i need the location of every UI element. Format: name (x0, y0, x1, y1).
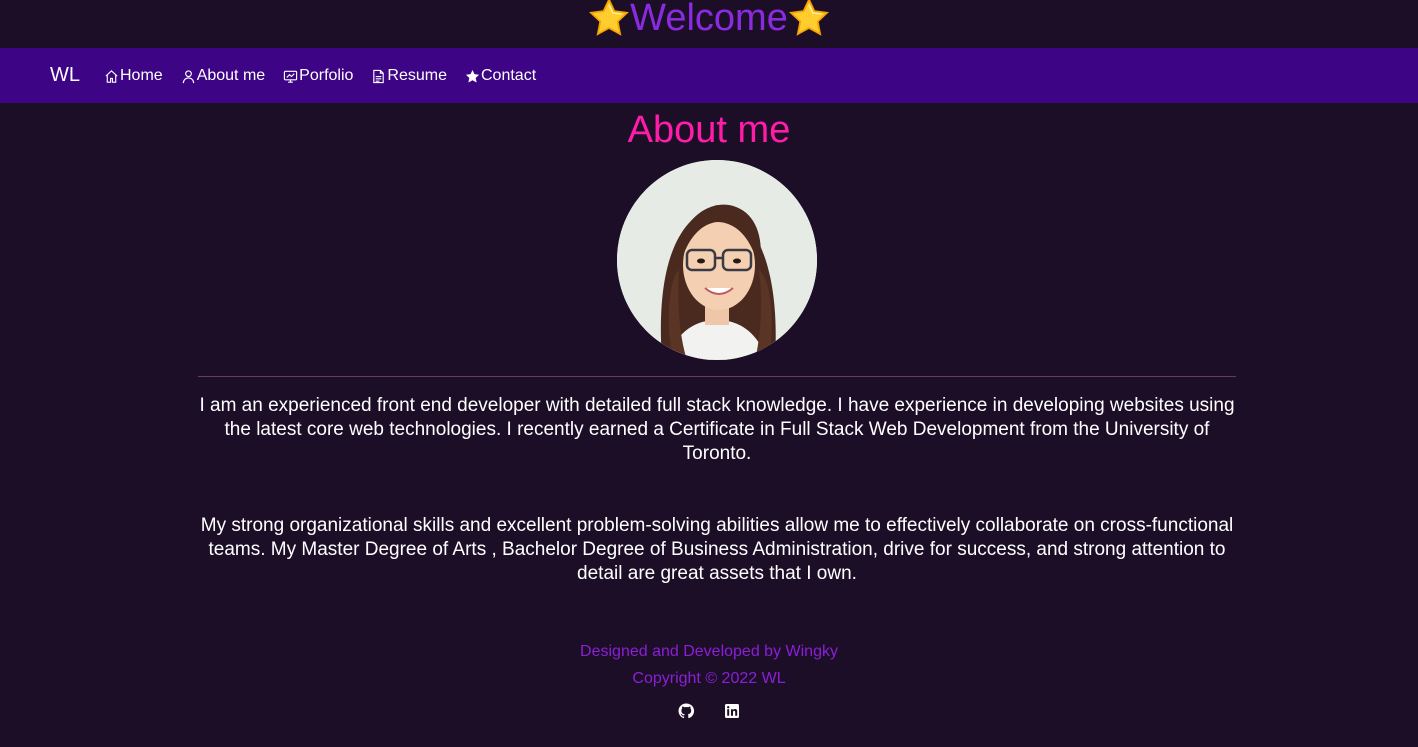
nav-item-resume[interactable]: Resume (371, 67, 447, 85)
nav-item-label: Home (120, 66, 163, 84)
nav-item-contact[interactable]: Contact (465, 67, 536, 85)
page: Welcome WL Home About me Porfolio Resume… (0, 0, 1418, 747)
brand-logo[interactable]: WL (50, 64, 80, 87)
navbar: WL Home About me Porfolio Resume Contact (0, 48, 1418, 103)
nav-item-label: About me (196, 66, 266, 84)
page-title: About me (627, 109, 791, 151)
nav-item-portfolio[interactable]: Porfolio (283, 67, 353, 85)
about-paragraph: I am an experienced front end developer … (199, 395, 1235, 464)
nav-item-about[interactable]: About me (181, 67, 265, 85)
social-links (0, 703, 1418, 719)
home-icon (105, 70, 118, 83)
linkedin-link[interactable] (724, 703, 740, 719)
welcome-title: Welcome (588, 0, 830, 44)
divider (198, 376, 1236, 377)
github-icon (678, 703, 695, 719)
welcome-banner: Welcome (0, 0, 1418, 48)
nav-item-label: Resume (387, 66, 447, 84)
nav-item-label: Contact (481, 66, 537, 84)
document-icon (373, 69, 385, 84)
presentation-icon (284, 70, 298, 83)
star-icon (465, 69, 480, 83)
profile-photo (617, 160, 817, 360)
nav-item-label: Porfolio (299, 66, 354, 84)
nav-item-home[interactable]: Home (104, 67, 163, 85)
footer-copyright: Copyright © 2022 WL (632, 670, 786, 687)
footer-credit: Designed and Developed by Wingky (580, 643, 838, 660)
github-link[interactable] (678, 703, 695, 719)
linkedin-icon (725, 704, 739, 718)
avatar (617, 160, 817, 360)
about-paragraph: My strong organizational skills and exce… (200, 515, 1234, 584)
welcome-text: Welcome (630, 0, 788, 39)
star-emoji-icon (788, 0, 829, 36)
star-emoji-icon (589, 0, 630, 36)
user-icon (182, 70, 194, 84)
